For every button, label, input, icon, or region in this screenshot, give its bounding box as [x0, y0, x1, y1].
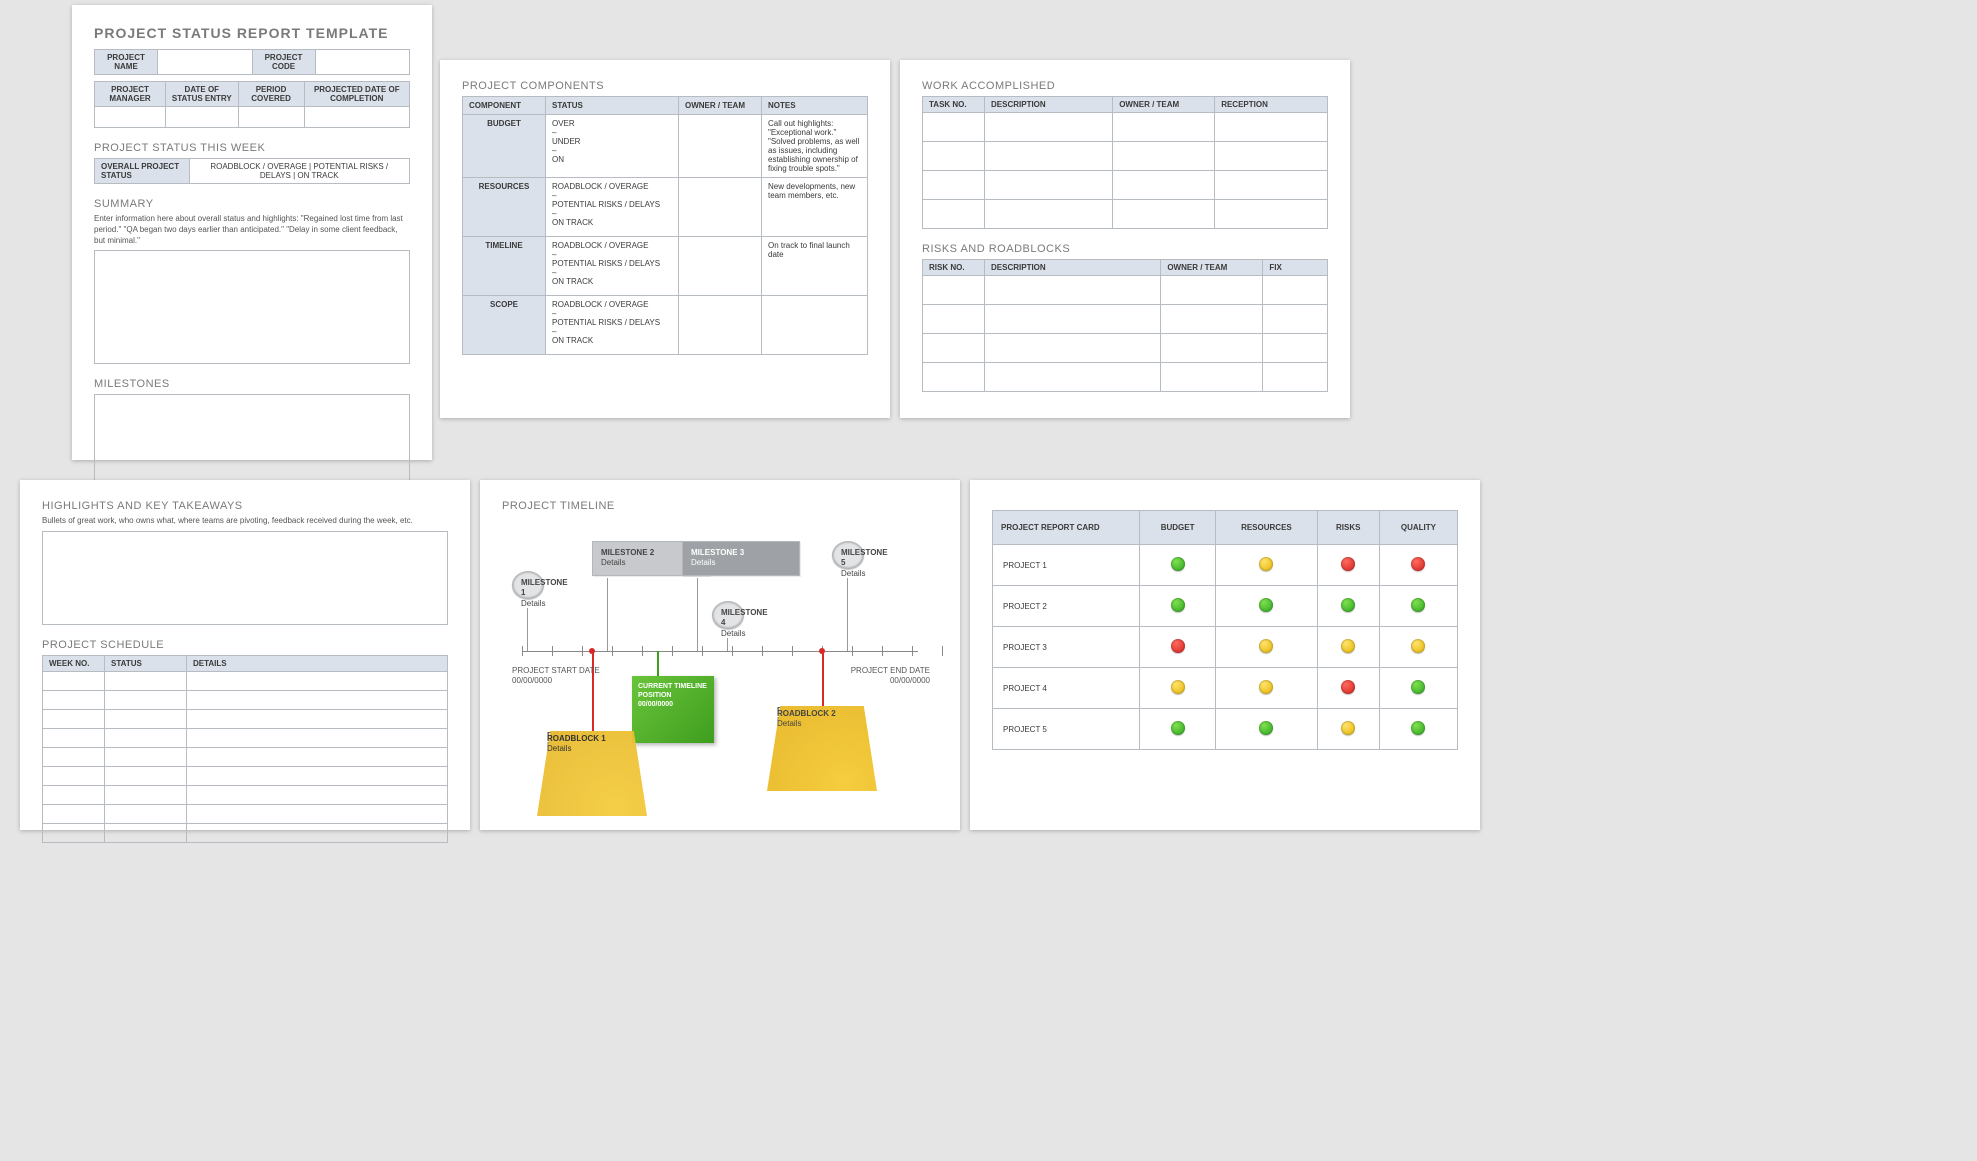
components-row: TIMELINEROADBLOCK / OVERAGE – POTENTIAL … — [463, 237, 868, 296]
components-row: BUDGETOVER – UNDER – ONCall out highligh… — [463, 115, 868, 178]
status-light-g — [1411, 598, 1425, 612]
highlights-heading: HIGHLIGHTS AND KEY TAKEAWAYS — [42, 500, 448, 512]
status-light-r — [1411, 557, 1425, 571]
status-light-y — [1171, 680, 1185, 694]
report-card-row: PROJECT 3 — [993, 627, 1458, 668]
status-light-g — [1171, 598, 1185, 612]
risks-heading: RISKS AND ROADBLOCKS — [922, 243, 1328, 255]
report-card-table: PROJECT REPORT CARD BUDGETRESOURCESRISKS… — [992, 510, 1458, 750]
page-4: HIGHLIGHTS AND KEY TAKEAWAYS Bullets of … — [20, 480, 470, 830]
report-card-row: PROJECT 4 — [993, 668, 1458, 709]
timeline-end-caption: PROJECT END DATE00/00/0000 — [851, 666, 930, 687]
status-light-r — [1171, 639, 1185, 653]
page-5: PROJECT TIMELINE MILESTONE 1Details MILE… — [480, 480, 960, 830]
project-info-table: PROJECT MANAGERDATE OF STATUS ENTRYPERIO… — [94, 81, 410, 128]
components-table: COMPONENT STATUS OWNER / TEAM NOTES BUDG… — [462, 96, 868, 355]
page-3: WORK ACCOMPLISHED TASK NO.DESCRIPTIONOWN… — [900, 60, 1350, 418]
report-card-row: PROJECT 1 — [993, 545, 1458, 586]
status-light-g — [1411, 680, 1425, 694]
highlights-hint: Bullets of great work, who owns what, wh… — [42, 516, 448, 527]
timeline-start-caption: PROJECT START DATE00/00/0000 — [512, 666, 600, 687]
page-1: PROJECT STATUS REPORT TEMPLATE PROJECT N… — [72, 5, 432, 460]
status-light-y — [1341, 721, 1355, 735]
status-light-y — [1259, 680, 1273, 694]
status-light-g — [1411, 721, 1425, 735]
components-row: SCOPEROADBLOCK / OVERAGE – POTENTIAL RIS… — [463, 296, 868, 355]
page-2: PROJECT COMPONENTS COMPONENT STATUS OWNE… — [440, 60, 890, 418]
status-light-g — [1259, 598, 1273, 612]
schedule-table: WEEK NO.STATUSDETAILS — [42, 655, 448, 843]
status-light-y — [1341, 639, 1355, 653]
status-light-g — [1341, 598, 1355, 612]
status-light-r — [1341, 680, 1355, 694]
milestone-box: MILESTONE 5Details — [832, 541, 864, 569]
current-position-note: CURRENT TIMELINE POSITION 00/00/0000 — [632, 676, 714, 743]
page-6: PROJECT REPORT CARD BUDGETRESOURCESRISKS… — [970, 480, 1480, 830]
report-card-row: PROJECT 2 — [993, 586, 1458, 627]
status-light-g — [1171, 721, 1185, 735]
schedule-heading: PROJECT SCHEDULE — [42, 639, 448, 651]
milestone-box: MILESTONE 3Details — [682, 541, 800, 576]
status-week-heading: PROJECT STATUS THIS WEEK — [94, 142, 410, 154]
status-light-y — [1259, 557, 1273, 571]
summary-box[interactable] — [94, 250, 410, 364]
milestone-box: MILESTONE 4Details — [712, 601, 744, 629]
risks-table: RISK NO.DESCRIPTIONOWNER / TEAMFIX — [922, 259, 1328, 392]
milestone-box: MILESTONE 1Details — [512, 571, 544, 599]
project-id-table: PROJECT NAMEPROJECT CODE — [94, 49, 410, 75]
highlights-box[interactable] — [42, 531, 448, 625]
status-light-y — [1259, 639, 1273, 653]
status-light-r — [1341, 557, 1355, 571]
components-title: PROJECT COMPONENTS — [462, 80, 868, 92]
page1-title: PROJECT STATUS REPORT TEMPLATE — [94, 25, 410, 41]
timeline-chart: MILESTONE 1Details MILESTONE 2Details MI… — [502, 516, 938, 826]
milestones-heading: MILESTONES — [94, 378, 410, 390]
timeline-heading: PROJECT TIMELINE — [502, 500, 938, 512]
status-light-y — [1411, 639, 1425, 653]
report-card-row: PROJECT 5 — [993, 709, 1458, 750]
status-light-g — [1171, 557, 1185, 571]
components-row: RESOURCESROADBLOCK / OVERAGE – POTENTIAL… — [463, 178, 868, 237]
summary-heading: SUMMARY — [94, 198, 410, 210]
status-week-table: OVERALL PROJECT STATUSROADBLOCK / OVERAG… — [94, 158, 410, 184]
work-heading: WORK ACCOMPLISHED — [922, 80, 1328, 92]
summary-hint: Enter information here about overall sta… — [94, 214, 410, 246]
work-table: TASK NO.DESCRIPTIONOWNER / TEAMRECEPTION — [922, 96, 1328, 229]
status-light-g — [1259, 721, 1273, 735]
